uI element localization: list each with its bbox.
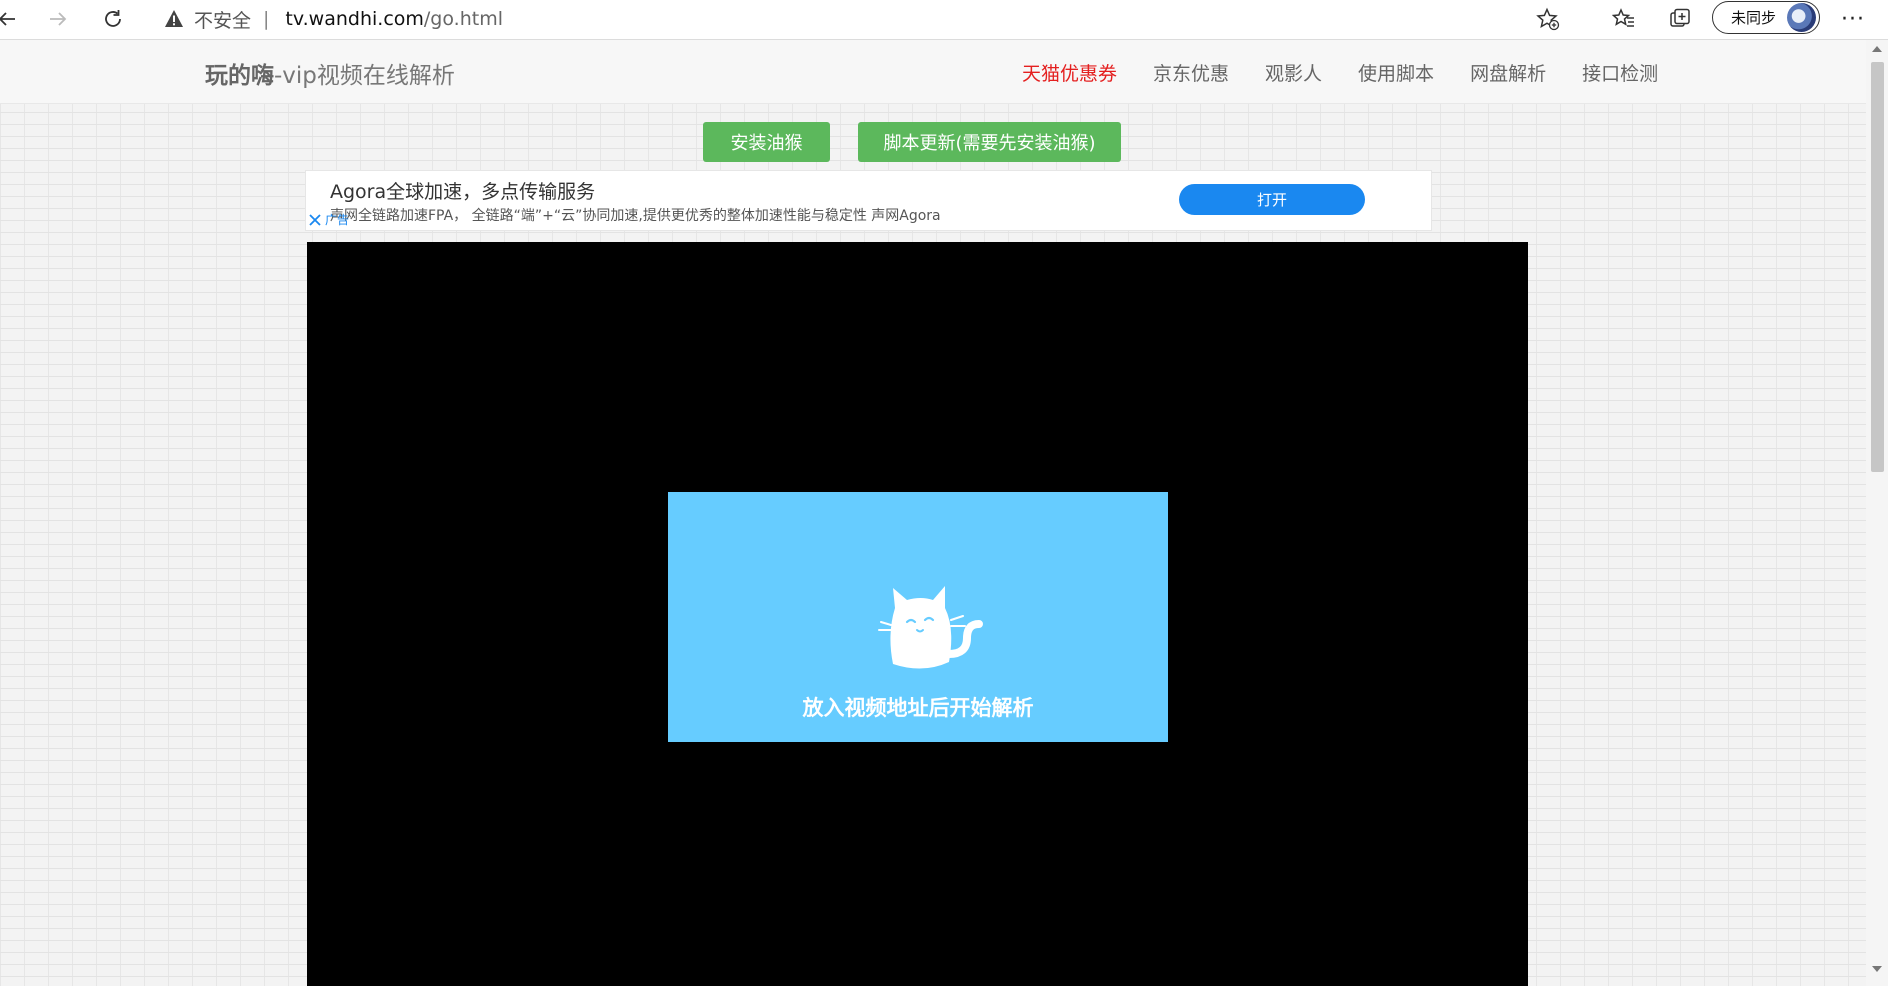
page-scrollbar[interactable] xyxy=(1866,40,1888,986)
nav-jd-deals[interactable]: 京东优惠 xyxy=(1153,59,1229,86)
ad-title[interactable]: Agora全球加速，多点传输服务 xyxy=(330,177,595,204)
close-icon[interactable] xyxy=(308,212,322,226)
back-icon xyxy=(0,12,15,26)
cat-icon xyxy=(878,586,983,669)
ad-banner[interactable]: Agora全球加速，多点传输服务 声网全链路加速FPA， 全链路“端”+“云”协… xyxy=(305,170,1432,231)
refresh-icon xyxy=(105,10,121,27)
profile-button[interactable]: 未同步 xyxy=(1712,1,1820,34)
top-nav: 天猫优惠券 京东优惠 观影人 使用脚本 网盘解析 接口检测 xyxy=(1022,59,1694,86)
favorites-button[interactable] xyxy=(1608,4,1640,34)
more-icon: ··· xyxy=(1841,6,1865,32)
ad-tag[interactable]: 广告 xyxy=(325,211,349,228)
nav-api-check[interactable]: 接口检测 xyxy=(1582,59,1658,86)
more-button[interactable]: ··· xyxy=(1835,4,1871,34)
ad-description: 声网全链路加速FPA， 全链路“端”+“云”协同加速,提供更优秀的整体加速性能与… xyxy=(330,208,941,224)
address-bar[interactable]: 不安全 | tv.wandhi.com/go.html xyxy=(148,3,1588,35)
nav-tmall-coupons[interactable]: 天猫优惠券 xyxy=(1022,59,1117,86)
page-viewport: 玩的嗨-vip视频在线解析 天猫优惠券 京东优惠 观影人 使用脚本 网盘解析 接… xyxy=(0,40,1866,986)
install-tampermonkey-button[interactable]: 安装油猴 xyxy=(703,122,830,162)
nav-cloud-disk-parse[interactable]: 网盘解析 xyxy=(1470,59,1546,86)
collections-button[interactable] xyxy=(1664,4,1696,34)
address-separator: | xyxy=(263,8,270,30)
add-favorite-icon xyxy=(1536,7,1560,31)
site-title-rest: -vip视频在线解析 xyxy=(274,63,455,89)
refresh-button[interactable] xyxy=(98,4,128,34)
site-title[interactable]: 玩的嗨-vip视频在线解析 xyxy=(205,56,455,90)
player-message: 放入视频地址后开始解析 xyxy=(802,696,1034,720)
ad-open-button[interactable]: 打开 xyxy=(1179,184,1365,215)
avatar xyxy=(1787,3,1816,32)
back-button[interactable] xyxy=(0,4,22,34)
forward-icon xyxy=(50,12,67,26)
scroll-thumb[interactable] xyxy=(1871,62,1884,472)
scroll-down-arrow[interactable] xyxy=(1872,966,1882,972)
collections-icon xyxy=(1670,8,1690,27)
video-player[interactable]: 放入视频地址后开始解析 xyxy=(307,242,1528,986)
forward-button[interactable] xyxy=(43,4,73,34)
site-header: 玩的嗨-vip视频在线解析 天猫优惠券 京东优惠 观影人 使用脚本 网盘解析 接… xyxy=(0,40,1866,104)
favorites-icon xyxy=(1612,8,1634,27)
player-placeholder: 放入视频地址后开始解析 xyxy=(668,492,1168,742)
url-host: tv.wandhi.com xyxy=(285,8,424,30)
add-favorite-button[interactable] xyxy=(1536,7,1560,35)
browser-toolbar: 不安全 | tv.wandhi.com/go.html 未同步 ··· xyxy=(0,0,1888,40)
site-title-bold: 玩的嗨 xyxy=(205,63,274,89)
insecure-label[interactable]: 不安全 xyxy=(194,6,251,33)
script-update-button[interactable]: 脚本更新(需要先安装油猴) xyxy=(858,122,1121,162)
scroll-up-arrow[interactable] xyxy=(1872,46,1882,52)
url-path: /go.html xyxy=(423,8,503,30)
warning-icon xyxy=(164,9,184,29)
nav-use-script[interactable]: 使用脚本 xyxy=(1358,59,1434,86)
nav-viewers[interactable]: 观影人 xyxy=(1265,59,1322,86)
profile-label: 未同步 xyxy=(1731,9,1777,27)
url-text[interactable]: tv.wandhi.com/go.html xyxy=(285,8,503,30)
